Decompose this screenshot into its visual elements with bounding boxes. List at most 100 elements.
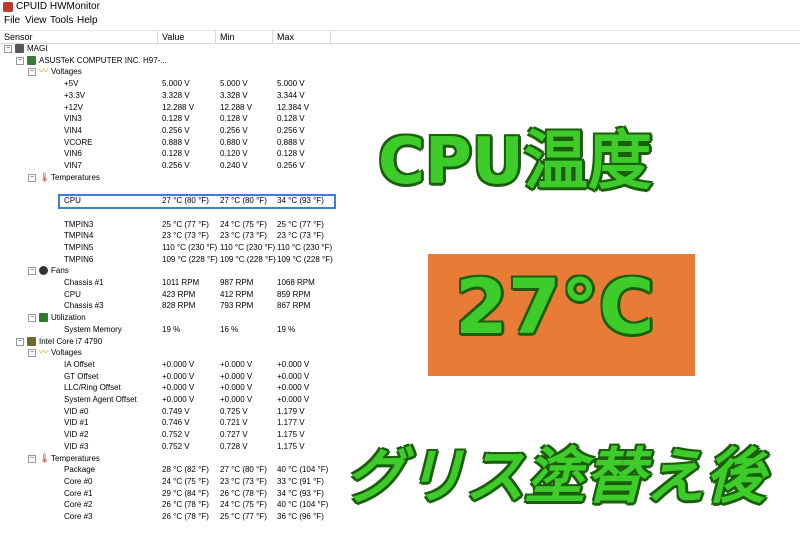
collapse-toggle-icon[interactable]: − [28,349,36,358]
sensor-value: 3.328 V [162,90,190,100]
sensor-row[interactable]: TMPIN4 23 °C (73 °F) 23 °C (73 °F) 23 °C (7… [0,230,800,242]
motherboard-icon [27,55,36,65]
sensor-label: TMPIN6 [64,254,94,264]
sensor-min: 23 °C (73 °F) [220,231,267,241]
sensor-label: VID #3 [64,441,89,451]
sensor-row[interactable]: +3.3V 3.328 V 3.328 V 3.344 V [0,90,800,102]
pc-icon [15,44,24,53]
sensor-max: 19 % [277,324,296,334]
sensor-min: 23 °C (73 °F) [220,476,267,486]
menu-view[interactable]: View [25,14,47,28]
sensor-label: System Agent Offset [64,395,137,404]
sensor-max: 25 °C (77 °F) [277,219,324,229]
sensor-max: 33 °C (91 °F) [277,476,324,486]
sensor-max: 1068 RPM [277,278,315,287]
sensor-label: VIN7 [64,161,82,170]
collapse-toggle-icon[interactable]: − [16,337,24,346]
sensor-label: TMPIN3 [64,219,94,229]
collapse-toggle-icon[interactable]: − [4,45,12,53]
sensor-max: 867 RPM [277,301,311,311]
sensor-label: Voltages [51,67,82,77]
sensor-min: 12.288 V [220,102,253,112]
sensor-label: Chassis #1 [64,278,104,287]
sensor-label: +3.3V [64,90,86,100]
collapse-toggle-icon[interactable]: − [28,314,36,323]
sensor-value: 26 °C (78 °F) [162,500,209,510]
sensor-max: 40 °C (104 °F) [277,500,329,510]
sensor-label: VIN6 [64,149,82,159]
sensor-label: TMPIN4 [64,231,94,241]
collapse-toggle-icon[interactable]: − [28,267,36,276]
sensor-label: Core #1 [64,488,93,498]
utilization-icon [39,313,48,323]
collapse-toggle-icon[interactable]: − [28,68,36,77]
sensor-value: 5.000 V [162,79,190,89]
sensor-min: 25 °C (77 °F) [220,512,267,521]
header-max[interactable]: Max [277,31,294,43]
header-sensor[interactable]: Sensor [4,31,33,43]
sensor-label: VID #1 [64,418,89,428]
sensor-label: Core #3 [64,512,93,521]
sensor-row[interactable]: TMPIN5 110 °C (230 °F) 110 °C (230 °F) 110 … [0,242,800,254]
sensor-value: 109 °C (228 °F) [162,254,218,264]
sensor-value: 29 °C (84 °F) [162,488,209,498]
sensor-label: VID #2 [64,430,89,440]
menu-tools[interactable]: Tools [50,14,73,28]
sensor-min: 109 °C (228 °F) [220,254,276,264]
sensor-value: 110 °C (230 °F) [162,242,218,252]
sensor-label: IA Offset [64,359,95,369]
tree-group-row[interactable]: − 〰 Voltages [0,66,800,78]
sensor-value: 12.288 V [162,102,195,112]
sensor-label: VIN4 [64,125,82,135]
sensor-value: 24 °C (75 °F) [162,476,209,486]
sensor-max: +0.000 V [277,395,310,404]
tree-group-row[interactable]: − MAGI [0,43,800,55]
cpu-row-highlight [58,194,336,209]
app-icon [3,2,13,12]
collapse-toggle-icon[interactable]: − [28,173,36,182]
sensor-row[interactable]: LLC/Ring Offset +0.000 V +0.000 V +0.000 V [0,382,800,394]
sensor-max: +0.000 V [277,383,310,393]
sensor-max: 859 RPM [277,289,311,299]
sensor-min: 26 °C (78 °F) [220,488,267,498]
sensor-value: 0.752 V [162,441,190,451]
collapse-toggle-icon[interactable]: − [16,56,24,65]
sensor-min: 793 RPM [220,301,254,311]
sensor-value: 0.746 V [162,418,190,428]
sensor-max: 0.256 V [277,161,305,170]
sensor-min: 0.240 V [220,161,248,170]
sensor-min: 110 °C (230 °F) [220,242,276,252]
sensor-value: +0.000 V [162,371,195,381]
sensor-value: +0.000 V [162,395,195,404]
sensor-row[interactable]: TMPIN3 25 °C (77 °F) 24 °C (75 °F) 25 °C (7… [0,219,800,231]
sensor-value: 26 °C (78 °F) [162,512,209,521]
tree-group-row[interactable]: − ASUSTeK COMPUTER INC. H97-... [0,55,800,67]
title-bar: CPUID HWMonitor [0,0,800,14]
header-value[interactable]: Value [162,31,184,43]
sensor-label: Fans [51,266,69,276]
sensor-label: System Memory [64,324,122,334]
sensor-label: GT Offset [64,371,99,381]
menu-help[interactable]: Help [77,14,98,28]
sensor-row[interactable]: System Agent Offset +0.000 V +0.000 V +0.00… [0,394,800,406]
header-min[interactable]: Min [220,31,235,43]
sensor-row[interactable]: VID #0 0.749 V 0.725 V 1.179 V [0,406,800,418]
sensor-value: 0.256 V [162,161,190,170]
sensor-row[interactable]: +5V 5.000 V 5.000 V 5.000 V [0,78,800,90]
cpu-chip-icon [27,336,36,346]
sensor-min: 0.721 V [220,418,248,428]
menu-file[interactable]: File [4,14,20,28]
sensor-max: 1.179 V [277,406,305,416]
menu-bar: File View Tools Help [0,14,800,28]
sensor-min: 0.120 V [220,149,248,159]
sensor-min: 0.725 V [220,406,248,416]
sensor-max: 3.344 V [277,90,305,100]
sensor-max: 1.175 V [277,441,305,451]
sensor-label: +5V [64,79,79,89]
thermometer-icon: 🌡 [39,171,51,182]
collapse-toggle-icon[interactable]: − [28,454,36,463]
sensor-value: 1011 RPM [162,278,200,287]
sensor-value: +0.000 V [162,359,195,369]
sensor-min: 0.256 V [220,125,248,135]
sensor-value: 23 °C (73 °F) [162,231,209,241]
